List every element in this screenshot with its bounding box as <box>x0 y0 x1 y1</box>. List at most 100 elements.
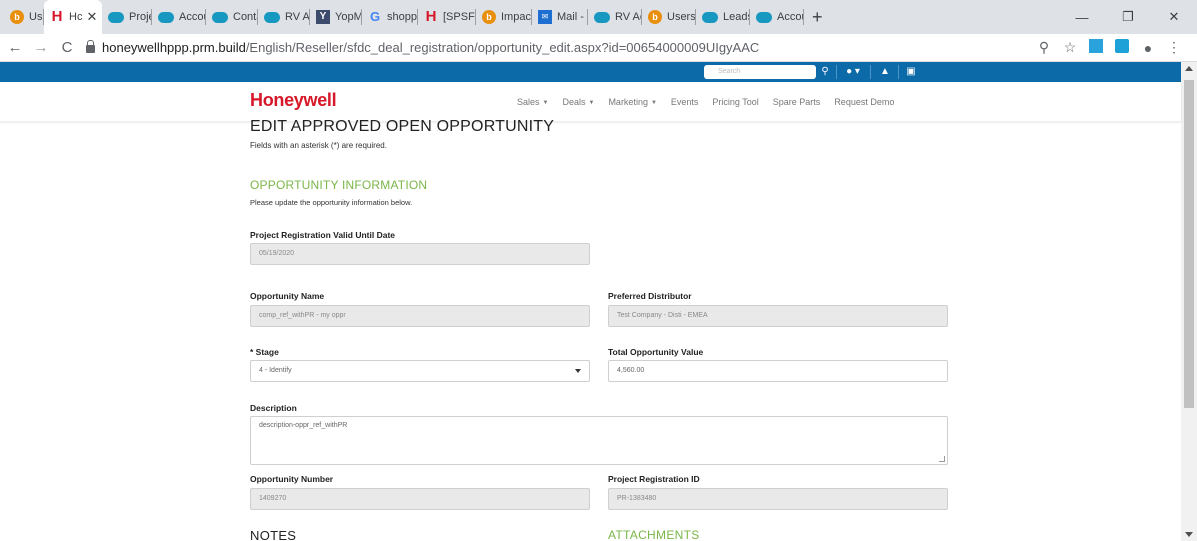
extension-windows-icon[interactable] <box>1083 39 1109 56</box>
browser-tab[interactable]: H [SPSF <box>418 0 476 34</box>
browser-toolbar: ← → C honeywellhppp.prm.build/English/Re… <box>0 34 1197 62</box>
calendar-icon[interactable]: ▣ <box>904 64 918 80</box>
preferred-distributor-label: Preferred Distributor <box>608 291 692 301</box>
yopmail-icon: Y <box>316 10 330 24</box>
site-header: Honeywell Sales ▼ Deals ▼ Marketing ▼ Event… <box>0 82 1181 122</box>
tab-label: Projec <box>129 11 152 23</box>
tab-label: RV Ac <box>615 11 642 23</box>
browser-tab[interactable]: ✉ Mail - <box>532 0 588 34</box>
stage-select[interactable]: 4 - Identify <box>250 360 590 382</box>
stage-value: 4 - Identify <box>259 367 292 374</box>
nav-deals[interactable]: Deals ▼ <box>562 97 594 107</box>
notification-bell-icon[interactable]: ▲ <box>878 64 892 80</box>
tab-label: YopM <box>335 11 362 23</box>
browser-tab[interactable]: Projec <box>102 0 152 34</box>
nav-pricing-tool[interactable]: Pricing Tool <box>712 97 758 107</box>
description-label: Description <box>250 403 297 413</box>
honeywell-logo[interactable]: Honeywell <box>250 90 337 111</box>
scroll-up-arrow-icon[interactable] <box>1185 66 1193 71</box>
close-tab-icon[interactable]: ✕ <box>86 9 97 25</box>
page-title: EDIT APPROVED OPEN OPPORTUNITY <box>250 118 555 135</box>
bookmark-star-icon[interactable]: ☆ <box>1057 39 1083 56</box>
total-value-input[interactable]: 4,560.00 <box>608 360 948 382</box>
project-reg-id-label: Project Registration ID <box>608 474 700 484</box>
tab-label: Impac <box>501 11 531 23</box>
scrollbar-thumb[interactable] <box>1184 80 1194 408</box>
browser-tab[interactable]: b Impac <box>476 0 532 34</box>
browser-tab[interactable]: G shopp <box>362 0 418 34</box>
valid-until-label: Project Registration Valid Until Date <box>250 230 396 240</box>
back-arrow-icon[interactable]: ← <box>4 39 26 56</box>
tab-label: Mail - <box>557 11 584 23</box>
section-title: OPPORTUNITY INFORMATION <box>250 178 428 192</box>
toolbar-icons: ⚲ ☆ ● ⋮ <box>1031 39 1187 56</box>
minimize-icon[interactable]: — <box>1059 0 1105 34</box>
tab-label: Conta <box>233 11 258 23</box>
lock-icon <box>86 39 95 53</box>
new-tab-icon[interactable]: + <box>812 7 823 28</box>
kebab-menu-icon[interactable]: ⋮ <box>1161 39 1187 56</box>
user-icon[interactable]: ● ▾ <box>842 64 864 80</box>
site-utility-bar: Search ⚲ ● ▾ ▲ ▣ <box>0 62 1181 82</box>
site-search-input[interactable]: Search <box>704 65 816 79</box>
opportunity-number-field: 1409270 <box>250 488 590 510</box>
nav-events[interactable]: Events <box>671 97 699 107</box>
vertical-scrollbar[interactable] <box>1181 62 1197 541</box>
browser-tab[interactable]: Leads <box>696 0 750 34</box>
restore-icon[interactable]: ❐ <box>1105 0 1151 34</box>
browser-tab[interactable]: RV Ac <box>258 0 310 34</box>
extension-search-icon[interactable] <box>1109 39 1135 56</box>
outlook-mail-icon: ✉ <box>538 10 552 24</box>
nav-marketing[interactable]: Marketing ▼ <box>608 97 656 107</box>
nav-sales[interactable]: Sales ▼ <box>517 97 548 107</box>
salesforce-cloud-icon <box>212 11 228 23</box>
tab-label: shopp <box>387 11 417 23</box>
project-reg-id-field: PR-1383480 <box>608 488 948 510</box>
preferred-distributor-field: Test Company - Disti - EMEA <box>608 305 948 327</box>
profile-icon[interactable]: ● <box>1135 40 1161 56</box>
notes-heading: NOTES <box>250 528 297 541</box>
required-note: Fields with an asterisk (*) are required… <box>250 141 387 150</box>
reload-icon[interactable]: C <box>56 39 78 56</box>
divider <box>898 65 899 79</box>
browser-tab-active[interactable]: H Hc ✕ <box>44 0 102 34</box>
tab-label: Accou <box>777 11 804 23</box>
chevron-down-icon: ▼ <box>650 100 657 106</box>
total-value-label: Total Opportunity Value <box>608 347 704 357</box>
description-textarea[interactable]: description-oppr_ref_withPR <box>250 416 948 465</box>
tab-label: Leads <box>723 11 750 23</box>
browser-tab[interactable]: Accou <box>750 0 804 34</box>
browser-tab[interactable]: Accou <box>152 0 206 34</box>
description-value: description-oppr_ref_withPR <box>259 422 348 429</box>
orange-b-icon: b <box>648 10 662 24</box>
browser-tab[interactable]: Y YopM <box>310 0 362 34</box>
salesforce-cloud-icon <box>158 11 174 23</box>
nav-request-demo[interactable]: Request Demo <box>834 97 894 107</box>
browser-tab[interactable]: RV Ac <box>588 0 642 34</box>
zoom-icon[interactable]: ⚲ <box>1031 39 1057 56</box>
url-host: honeywellhppp.prm.build <box>102 40 246 55</box>
resize-handle-icon[interactable] <box>939 456 945 462</box>
address-bar[interactable]: honeywellhppp.prm.build/English/Reseller… <box>86 37 1031 59</box>
close-window-icon[interactable]: ✕ <box>1151 0 1197 34</box>
tab-label: Hc <box>69 11 83 23</box>
salesforce-cloud-icon <box>264 11 280 23</box>
browser-tab[interactable]: b Users <box>4 0 44 34</box>
chevron-down-icon: ▼ <box>588 100 595 106</box>
scroll-down-arrow-icon[interactable] <box>1185 532 1193 537</box>
section-subtitle: Please update the opportunity informatio… <box>250 198 413 207</box>
browser-tab[interactable]: Conta <box>206 0 258 34</box>
salesforce-cloud-icon <box>108 11 124 23</box>
opportunity-name-label: Opportunity Name <box>250 291 325 301</box>
divider <box>870 65 871 79</box>
tab-label: Users <box>29 11 44 23</box>
salesforce-cloud-icon <box>594 11 610 23</box>
opportunity-name-field: comp_ref_withPR - my oppr <box>250 305 590 327</box>
forward-arrow-icon[interactable]: → <box>30 39 52 56</box>
tab-label: Accou <box>179 11 206 23</box>
search-icon[interactable]: ⚲ <box>817 64 833 80</box>
chevron-down-icon <box>575 369 581 373</box>
salesforce-cloud-icon <box>756 11 772 23</box>
nav-spare-parts[interactable]: Spare Parts <box>773 97 821 107</box>
browser-tab[interactable]: b Users <box>642 0 696 34</box>
